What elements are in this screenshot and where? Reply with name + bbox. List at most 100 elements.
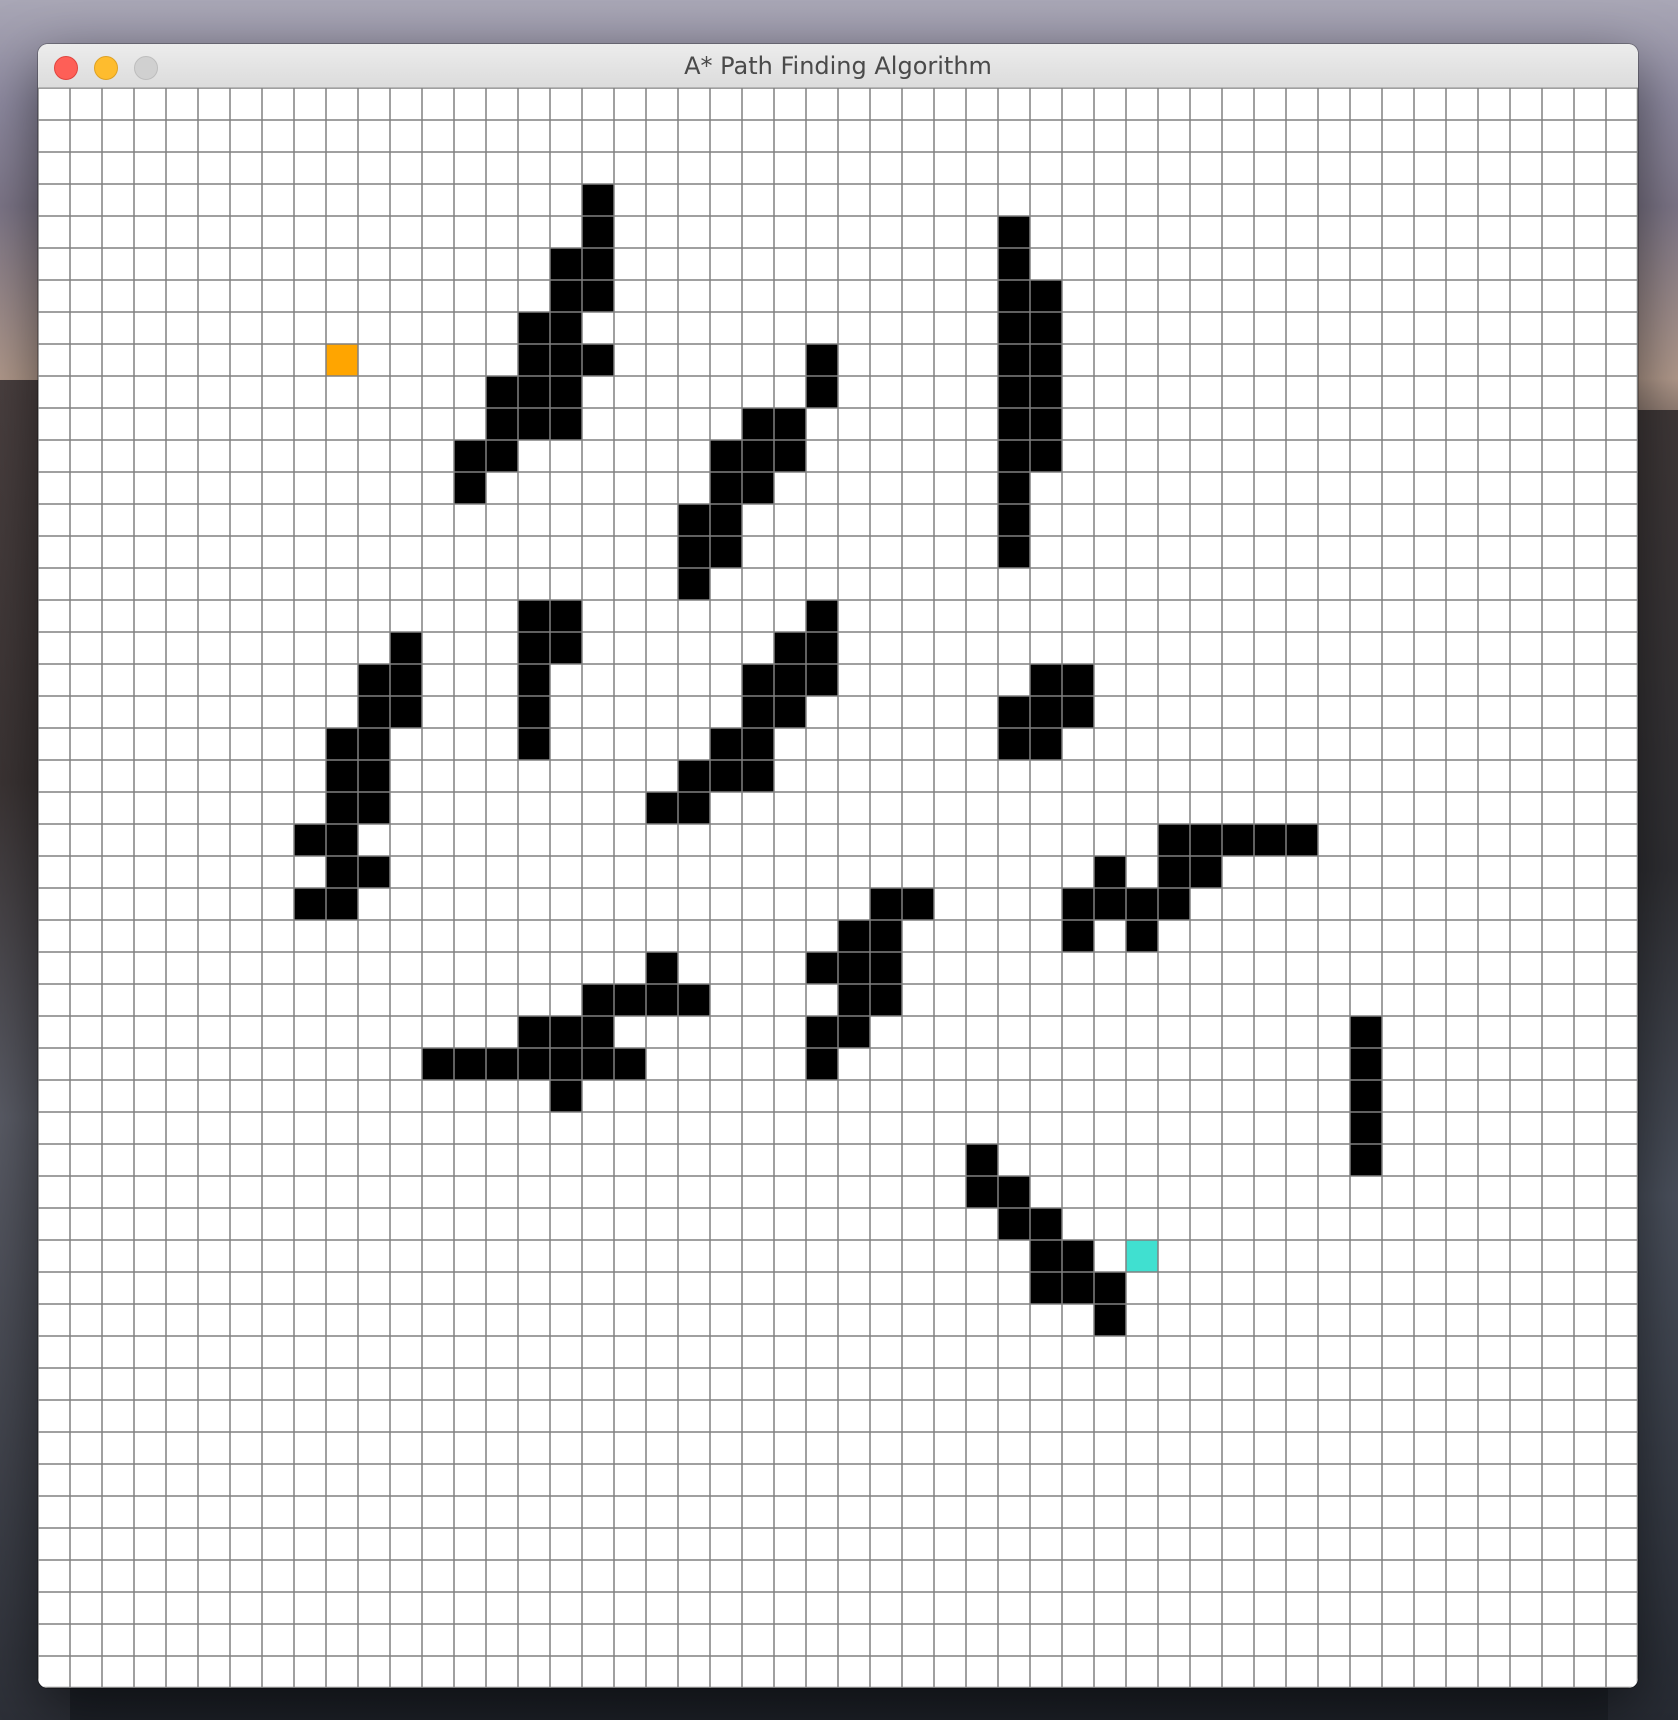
barrier-cell[interactable]	[678, 984, 710, 1016]
barrier-cell[interactable]	[1286, 824, 1318, 856]
barrier-cell[interactable]	[1030, 1208, 1062, 1240]
barrier-cell[interactable]	[390, 664, 422, 696]
barrier-cell[interactable]	[998, 504, 1030, 536]
barrier-cell[interactable]	[998, 216, 1030, 248]
barrier-cell[interactable]	[998, 344, 1030, 376]
barrier-cell[interactable]	[1094, 888, 1126, 920]
barrier-cell[interactable]	[518, 1016, 550, 1048]
barrier-cell[interactable]	[1158, 824, 1190, 856]
barrier-cell[interactable]	[710, 504, 742, 536]
barrier-cell[interactable]	[998, 472, 1030, 504]
barrier-cell[interactable]	[550, 312, 582, 344]
barrier-cell[interactable]	[998, 1176, 1030, 1208]
barrier-cell[interactable]	[1030, 440, 1062, 472]
barrier-cell[interactable]	[806, 1016, 838, 1048]
barrier-cell[interactable]	[998, 280, 1030, 312]
barrier-cell[interactable]	[582, 1016, 614, 1048]
barrier-cell[interactable]	[422, 1048, 454, 1080]
barrier-cell[interactable]	[1062, 696, 1094, 728]
barrier-cell[interactable]	[582, 280, 614, 312]
barrier-cell[interactable]	[806, 600, 838, 632]
barrier-cell[interactable]	[390, 696, 422, 728]
barrier-cell[interactable]	[710, 472, 742, 504]
barrier-cell[interactable]	[742, 408, 774, 440]
barrier-cell[interactable]	[998, 408, 1030, 440]
barrier-cell[interactable]	[838, 952, 870, 984]
barrier-cell[interactable]	[966, 1176, 998, 1208]
barrier-cell[interactable]	[1254, 824, 1286, 856]
barrier-cell[interactable]	[870, 984, 902, 1016]
barrier-cell[interactable]	[1350, 1112, 1382, 1144]
barrier-cell[interactable]	[518, 664, 550, 696]
barrier-cell[interactable]	[774, 632, 806, 664]
barrier-cell[interactable]	[1030, 1272, 1062, 1304]
barrier-cell[interactable]	[742, 472, 774, 504]
barrier-cell[interactable]	[678, 792, 710, 824]
barrier-cell[interactable]	[1158, 856, 1190, 888]
barrier-cell[interactable]	[678, 568, 710, 600]
end-node[interactable]	[1126, 1240, 1158, 1272]
barrier-cell[interactable]	[806, 1048, 838, 1080]
barrier-cell[interactable]	[358, 856, 390, 888]
barrier-cell[interactable]	[1030, 1240, 1062, 1272]
barrier-cell[interactable]	[582, 1048, 614, 1080]
barrier-cell[interactable]	[358, 696, 390, 728]
barrier-cell[interactable]	[774, 696, 806, 728]
barrier-cell[interactable]	[518, 696, 550, 728]
barrier-cell[interactable]	[390, 632, 422, 664]
barrier-cell[interactable]	[582, 184, 614, 216]
start-node[interactable]	[326, 344, 358, 376]
barrier-cell[interactable]	[358, 664, 390, 696]
barrier-cell[interactable]	[806, 344, 838, 376]
barrier-cell[interactable]	[1062, 920, 1094, 952]
barrier-cell[interactable]	[326, 824, 358, 856]
barrier-cell[interactable]	[550, 408, 582, 440]
barrier-cell[interactable]	[518, 632, 550, 664]
barrier-cell[interactable]	[1158, 888, 1190, 920]
barrier-cell[interactable]	[806, 664, 838, 696]
barrier-cell[interactable]	[838, 984, 870, 1016]
barrier-cell[interactable]	[1030, 408, 1062, 440]
barrier-cell[interactable]	[518, 1048, 550, 1080]
barrier-cell[interactable]	[1030, 728, 1062, 760]
barrier-cell[interactable]	[358, 728, 390, 760]
barrier-cell[interactable]	[582, 344, 614, 376]
barrier-cell[interactable]	[870, 920, 902, 952]
barrier-cell[interactable]	[1030, 344, 1062, 376]
barrier-cell[interactable]	[710, 440, 742, 472]
barrier-cell[interactable]	[998, 376, 1030, 408]
pathfinding-grid[interactable]	[38, 88, 1638, 1688]
barrier-cell[interactable]	[1350, 1144, 1382, 1176]
barrier-cell[interactable]	[582, 984, 614, 1016]
barrier-cell[interactable]	[742, 760, 774, 792]
barrier-cell[interactable]	[646, 792, 678, 824]
barrier-cell[interactable]	[550, 376, 582, 408]
barrier-cell[interactable]	[1094, 1272, 1126, 1304]
barrier-cell[interactable]	[326, 792, 358, 824]
barrier-cell[interactable]	[358, 760, 390, 792]
barrier-cell[interactable]	[326, 728, 358, 760]
barrier-cell[interactable]	[1030, 312, 1062, 344]
barrier-cell[interactable]	[358, 792, 390, 824]
barrier-cell[interactable]	[998, 536, 1030, 568]
barrier-cell[interactable]	[1030, 280, 1062, 312]
barrier-cell[interactable]	[486, 376, 518, 408]
barrier-cell[interactable]	[1094, 856, 1126, 888]
barrier-cell[interactable]	[518, 408, 550, 440]
barrier-cell[interactable]	[486, 440, 518, 472]
barrier-cell[interactable]	[870, 952, 902, 984]
barrier-cell[interactable]	[550, 344, 582, 376]
barrier-cell[interactable]	[1350, 1016, 1382, 1048]
barrier-cell[interactable]	[1094, 1304, 1126, 1336]
barrier-cell[interactable]	[998, 728, 1030, 760]
barrier-cell[interactable]	[518, 344, 550, 376]
barrier-cell[interactable]	[742, 728, 774, 760]
barrier-cell[interactable]	[1350, 1048, 1382, 1080]
barrier-cell[interactable]	[646, 952, 678, 984]
barrier-cell[interactable]	[838, 1016, 870, 1048]
barrier-cell[interactable]	[1062, 664, 1094, 696]
barrier-cell[interactable]	[518, 376, 550, 408]
barrier-cell[interactable]	[998, 696, 1030, 728]
barrier-cell[interactable]	[582, 216, 614, 248]
barrier-cell[interactable]	[454, 440, 486, 472]
